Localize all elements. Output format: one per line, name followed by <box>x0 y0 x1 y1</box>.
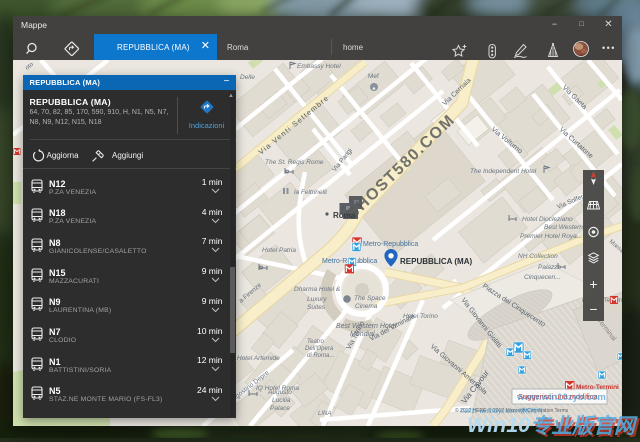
svg-text:la Feltrinelli: la Feltrinelli <box>294 189 327 196</box>
svg-text:NH Collection: NH Collection <box>518 253 558 260</box>
svg-text:Premier Hotel Roya...: Premier Hotel Roya... <box>520 233 582 240</box>
svg-text:Mef: Mef <box>368 73 379 80</box>
svg-text:Luxury: Luxury <box>307 296 327 303</box>
svg-text:Teatro: Teatro <box>307 339 324 345</box>
svg-text:Cinquecen...: Cinquecen... <box>524 274 561 281</box>
svg-text:Hotel Patria: Hotel Patria <box>262 247 296 254</box>
svg-text:Palace: Palace <box>270 405 290 412</box>
svg-text:di Roma...: di Roma... <box>307 353 334 359</box>
svg-text:Embassy Hotel: Embassy Hotel <box>297 63 341 70</box>
svg-text:Hotel Artemide: Hotel Artemide <box>237 355 280 362</box>
svg-text:REPUBBLICA (MA): REPUBBLICA (MA) <box>400 257 472 266</box>
svg-text:Dharma Hotel &: Dharma Hotel & <box>294 286 340 293</box>
svg-text:Dell'Opera: Dell'Opera <box>305 346 334 352</box>
svg-text:Roma: Roma <box>333 211 356 220</box>
svg-text:The St. Regis Rome: The St. Regis Rome <box>265 159 324 166</box>
svg-text:Delle: Delle <box>240 74 255 81</box>
svg-text:www.win10zyb.com: www.win10zyb.com <box>516 392 606 403</box>
svg-text:Best Western: Best Western <box>544 224 583 231</box>
svg-text:Cinema: Cinema <box>355 303 378 310</box>
svg-text:The Space: The Space <box>354 295 386 302</box>
svg-text:Augusto: Augusto <box>267 389 292 396</box>
svg-text:Lucilia: Lucilia <box>272 397 291 404</box>
svg-text:Hotel Torino: Hotel Torino <box>403 313 438 320</box>
svg-text:Hotel Diocleziano: Hotel Diocleziano <box>522 216 573 223</box>
svg-text:▲: ▲ <box>372 86 377 92</box>
svg-text:LINA: LINA <box>318 411 331 417</box>
svg-text:Suites: Suites <box>307 304 326 311</box>
svg-text:The Independent Hotel: The Independent Hotel <box>470 168 537 175</box>
svg-text:Metro-Repubblica: Metro-Repubblica <box>363 241 418 248</box>
